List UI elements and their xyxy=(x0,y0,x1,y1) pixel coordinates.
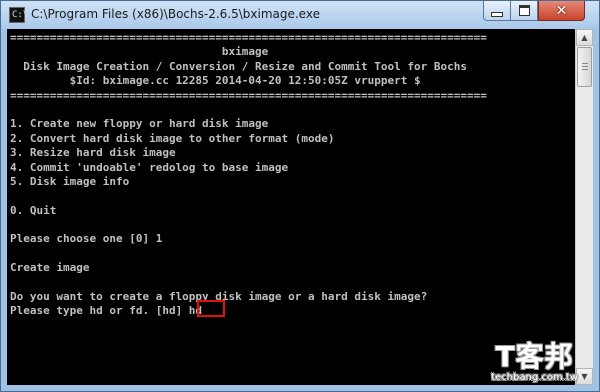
title-bar[interactable]: C:\ C:\Program Files (x86)\Bochs-2.6.5\b… xyxy=(1,1,599,29)
menu-option-quit: 0. Quit xyxy=(10,203,57,217)
console-window-icon[interactable]: C:\ xyxy=(9,7,29,23)
version-id: $Id: bximage.cc 12285 2014-04-20 12:50:0… xyxy=(10,74,421,88)
maximize-icon xyxy=(518,5,530,16)
create-image-heading: Create image xyxy=(10,261,90,275)
choose-prompt: Please choose one [0] 1 xyxy=(10,232,163,246)
vertical-scrollbar[interactable]: ▲ ▼ xyxy=(575,29,593,385)
arrow-up-icon: ▲ xyxy=(581,33,588,42)
window-title: C:\Program Files (x86)\Bochs-2.6.5\bxima… xyxy=(31,7,320,21)
scroll-down-button[interactable]: ▼ xyxy=(576,368,593,385)
grip-line xyxy=(582,69,588,70)
menu-option-convert: 2. Convert hard disk image to other form… xyxy=(10,131,335,145)
menu-option-create: 1. Create new floppy or hard disk image xyxy=(10,117,269,131)
program-description: Disk Image Creation / Conversion / Resiz… xyxy=(10,59,467,73)
arrow-down-icon: ▼ xyxy=(581,372,588,381)
image-type-prompt: Please type hd or fd. [hd] hd xyxy=(10,304,203,318)
close-icon: ✕ xyxy=(555,2,568,19)
watermark-logo: T客邦 xyxy=(495,340,574,373)
hd-input-highlight xyxy=(197,300,225,317)
scrollbar-thumb[interactable] xyxy=(577,47,592,87)
grip-line xyxy=(582,66,588,67)
console-text: ========================================… xyxy=(10,31,487,319)
grip-line xyxy=(582,63,588,64)
menu-option-resize: 3. Resize hard disk image xyxy=(10,146,176,160)
menu-option-info: 5. Disk image info xyxy=(10,174,130,188)
separator-line: ========================================… xyxy=(10,88,487,102)
console-output[interactable]: ========================================… xyxy=(7,29,575,385)
maximize-button[interactable] xyxy=(511,1,538,21)
scroll-up-button[interactable]: ▲ xyxy=(576,29,593,46)
separator-line: ========================================… xyxy=(10,31,487,44)
menu-option-commit: 4. Commit 'undoable' redolog to base ima… xyxy=(10,160,289,174)
techbang-watermark: T客邦 techbang.com.tw xyxy=(491,342,578,384)
watermark-site: techbang.com.tw xyxy=(491,372,578,383)
console-prompt-glyph: C:\ xyxy=(12,10,29,20)
program-name: bximage xyxy=(10,45,269,59)
image-type-question: Do you want to create a floppy disk imag… xyxy=(10,290,428,304)
minimize-button[interactable] xyxy=(483,1,511,21)
console-window: C:\ C:\Program Files (x86)\Bochs-2.6.5\b… xyxy=(0,0,600,392)
close-button[interactable]: ✕ xyxy=(538,1,585,21)
minimize-icon xyxy=(491,12,503,17)
